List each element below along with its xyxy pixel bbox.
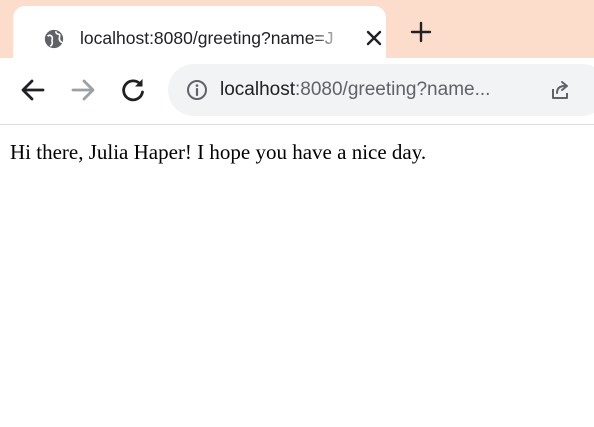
globe-icon	[44, 29, 64, 49]
browser-toolbar: localhost:8080/greeting?name...	[0, 58, 594, 125]
page-content: Hi there, Julia Haper! I hope you have a…	[0, 125, 594, 427]
tab-title: localhost:8080/greeting?name=J	[80, 28, 334, 48]
share-icon[interactable]	[548, 78, 572, 102]
url-host: localhost	[220, 79, 295, 100]
info-icon[interactable]	[186, 79, 208, 101]
plus-icon[interactable]	[408, 19, 434, 45]
close-icon[interactable]	[364, 28, 384, 48]
arrow-right-icon[interactable]	[68, 75, 98, 105]
tab-strip: localhost:8080/greeting?name=J	[0, 0, 594, 58]
url-text[interactable]: localhost:8080/greeting?name...	[220, 78, 490, 102]
arrow-left-icon[interactable]	[18, 75, 48, 105]
reload-icon[interactable]	[118, 75, 148, 105]
url-path: :8080/greeting?name...	[295, 79, 491, 100]
address-bar[interactable]: localhost:8080/greeting?name...	[168, 64, 594, 116]
browser-tab[interactable]: localhost:8080/greeting?name=J	[13, 6, 386, 58]
browser-window: localhost:8080/greeting?name=J localhost…	[0, 0, 594, 427]
greeting-text: Hi there, Julia Haper! I hope you have a…	[10, 140, 427, 164]
